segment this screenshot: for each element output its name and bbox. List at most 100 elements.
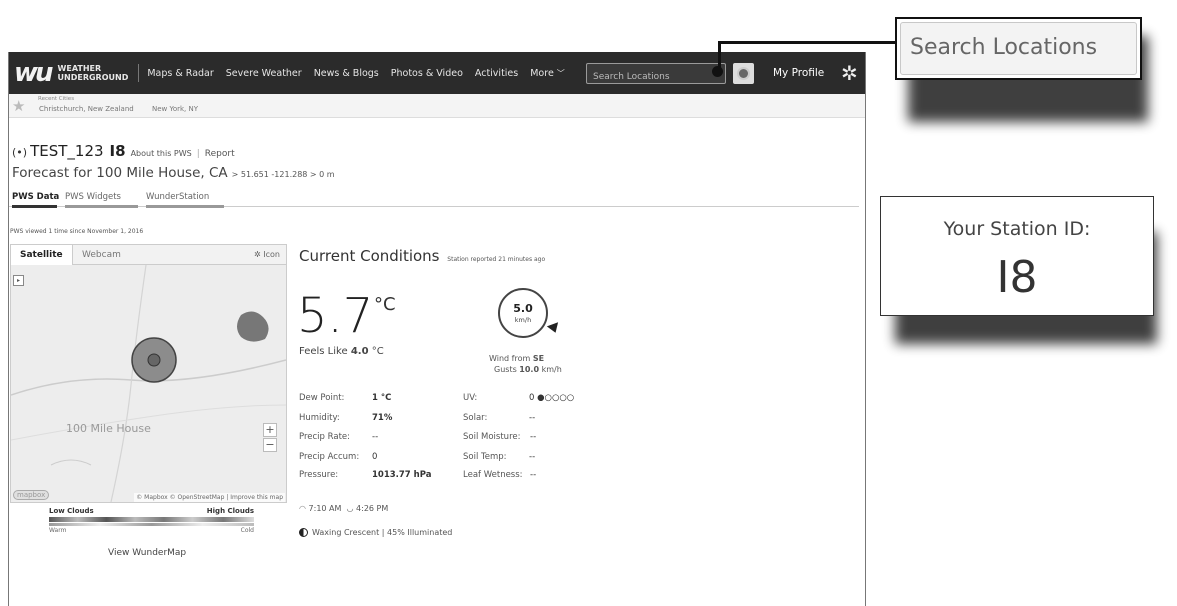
nav-divider <box>138 64 140 82</box>
stat-value-pressure: 1013.77 hPa <box>372 470 432 480</box>
map-view[interactable]: ▸ 100 Mile House + − mapbox © Mapbox © O… <box>11 265 286 502</box>
stat-label-humidity: Humidity: <box>299 413 340 423</box>
wu-logo[interactable]: wu WEATHER UNDERGROUND <box>14 52 128 94</box>
forecast-title[interactable]: Forecast for 100 Mile House, CA <box>12 165 228 181</box>
icon-option-label: Icon <box>263 250 280 259</box>
moon-phase: Waxing Crescent | 45% Illuminated <box>299 528 452 537</box>
feels-like-label: Feels Like <box>299 346 348 357</box>
gusts-value: 10.0 <box>519 365 540 374</box>
callout-search-text: Search Locations <box>910 35 1098 60</box>
my-profile-link[interactable]: My Profile <box>773 67 824 79</box>
map-tabs: Satellite Webcam ✲ Icon <box>11 245 286 265</box>
wind-from: Wind from SE <box>489 354 544 363</box>
callout-station-label: Your Station ID: <box>943 218 1091 240</box>
top-navbar: wu WEATHER UNDERGROUND Maps & Radar Seve… <box>9 52 865 94</box>
search-box <box>586 63 726 87</box>
map-tab-satellite[interactable]: Satellite <box>11 245 73 265</box>
sunrise-time: 7:10 AM <box>308 504 342 513</box>
sunset-icon: ◡ <box>346 504 354 513</box>
feels-like-value: 4.0 <box>350 346 369 357</box>
legend-warm: Warm <box>49 527 67 534</box>
nav-news-blogs[interactable]: News & Blogs <box>314 68 379 79</box>
tab-wunderstation[interactable]: WunderStation <box>146 192 209 205</box>
gear-small-icon: ✲ <box>254 250 264 259</box>
stat-label-soil-moisture: Soil Moisture: <box>463 432 521 442</box>
nav-maps-radar[interactable]: Maps & Radar <box>147 68 213 79</box>
about-pws-link[interactable]: About this PWS <box>131 149 192 158</box>
wind-from-label: Wind from <box>489 354 531 363</box>
gusts-label: Gusts <box>494 365 517 374</box>
nav-more[interactable]: More ﹀ <box>530 68 565 79</box>
temperature-value: 5.7 <box>297 288 374 344</box>
callout-leader-dot <box>712 66 723 77</box>
wu-logo-icon: wu <box>14 58 53 88</box>
wind-speed-unit: km/h <box>514 316 532 324</box>
moon-phase-text: Waxing Crescent | 45% Illuminated <box>312 528 453 537</box>
nav-photos-video[interactable]: Photos & Video <box>391 68 463 79</box>
stat-label-solar: Solar: <box>463 413 488 423</box>
legend-cold: Cold <box>240 527 254 534</box>
tab-underline <box>146 205 224 208</box>
screenshot-frame: wu WEATHER UNDERGROUND Maps & Radar Seve… <box>8 52 866 606</box>
stat-value-leaf-wetness: -- <box>530 470 537 480</box>
stat-label-uv: UV: <box>463 393 478 403</box>
tab-underline <box>65 205 138 208</box>
mapbox-logo: mapbox <box>13 490 50 500</box>
signal-icon: (•) <box>12 146 28 159</box>
search-locations-callout: Search Locations <box>895 17 1142 80</box>
stat-label-leaf-wetness: Leaf Wetness: <box>463 470 523 480</box>
sun-times: ◠ 7:10 AM ◡ 4:26 PM <box>299 504 388 513</box>
locate-button[interactable] <box>733 63 754 84</box>
forecast-header: Forecast for 100 Mile House, CA > 51.651… <box>12 165 335 181</box>
sunrise-icon: ◠ <box>299 504 306 513</box>
search-input[interactable] <box>587 67 707 87</box>
legend-high-clouds: High Clouds <box>206 507 254 515</box>
tab-pws-data[interactable]: PWS Data <box>12 192 59 205</box>
nav-activities[interactable]: Activities <box>475 68 518 79</box>
view-wundermap-link[interactable]: View WunderMap <box>108 548 186 558</box>
icon-option[interactable]: ✲ Icon <box>254 250 280 259</box>
play-icon[interactable]: ▸ <box>13 275 24 286</box>
stat-label-dew-point: Dew Point: <box>299 393 345 403</box>
recent-city-christchurch[interactable]: Christchurch, New Zealand <box>39 105 134 113</box>
map-panel: Satellite Webcam ✲ Icon ▸ 100 Mile House… <box>10 244 287 503</box>
station-id: I8 <box>109 142 126 160</box>
current-conditions-heading: Current Conditions Station reported 21 m… <box>299 247 545 265</box>
wind-direction-arrow-icon <box>546 322 562 335</box>
page-tabs: PWS Data PWS Widgets WunderStation <box>9 189 859 208</box>
gusts-unit: km/h <box>541 365 562 374</box>
map-place-label: 100 Mile House <box>66 422 151 435</box>
recent-city-new-york[interactable]: New York, NY <box>152 105 198 113</box>
stat-value-solar: -- <box>529 413 536 423</box>
feels-like: Feels Like 4.0 °C <box>299 346 384 357</box>
stat-value-precip-accum: 0 <box>372 452 378 462</box>
tab-underline-active <box>12 205 57 208</box>
star-icon[interactable]: ★ <box>12 97 25 115</box>
forecast-coords: > 51.651 -121.288 > 0 m <box>231 170 335 179</box>
stat-label-precip-rate: Precip Rate: <box>299 432 350 442</box>
station-reported-text: Station reported 21 minutes ago <box>447 256 546 263</box>
zoom-out-button[interactable]: − <box>263 438 277 452</box>
gear-icon[interactable]: ✲ <box>841 61 858 85</box>
nav-severe-weather[interactable]: Severe Weather <box>226 68 302 79</box>
feels-like-unit: °C <box>371 346 384 357</box>
stat-value-uv: 0 ●○○○○ <box>529 393 575 403</box>
lake-shape <box>237 311 269 342</box>
tab-pws-widgets[interactable]: PWS Widgets <box>65 192 121 205</box>
callout-station-value: I8 <box>996 252 1038 303</box>
map-tab-webcam[interactable]: Webcam <box>73 245 130 265</box>
wind-from-value: SE <box>532 354 545 363</box>
station-id-callout: Your Station ID: I8 <box>880 196 1154 316</box>
report-link[interactable]: Report <box>205 149 235 159</box>
nav-menu: Maps & Radar Severe Weather News & Blogs… <box>147 68 576 79</box>
moon-icon <box>299 528 308 537</box>
stat-value-dew-point: 1 °C <box>372 393 392 403</box>
map-graphic <box>11 265 286 502</box>
legend-low-clouds: Low Clouds <box>49 507 94 515</box>
wind-speed-value: 5.0 <box>513 302 533 315</box>
callout-leader-horizontal <box>718 41 898 44</box>
zoom-in-button[interactable]: + <box>263 423 277 437</box>
map-attribution[interactable]: © Mapbox © OpenStreetMap | Improve this … <box>134 493 285 502</box>
stat-value-soil-moisture: -- <box>530 432 537 442</box>
nav-more-label: More <box>530 67 554 79</box>
